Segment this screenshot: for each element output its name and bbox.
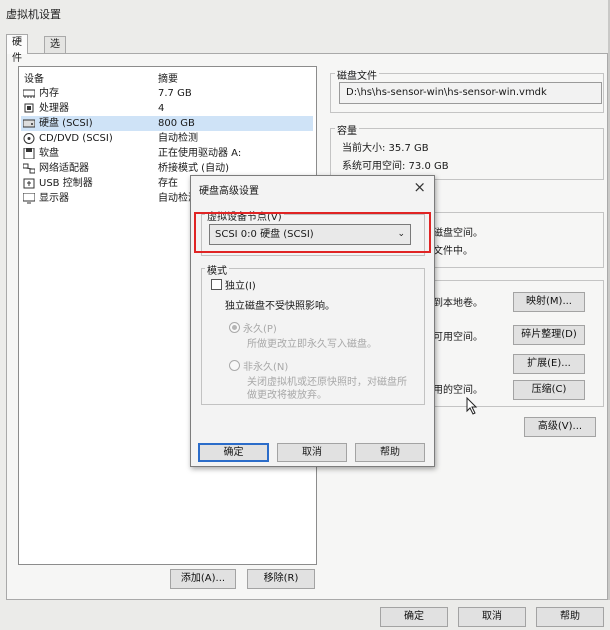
network-adapter-icon	[22, 163, 36, 174]
add-device-button[interactable]: 添加(A)...	[170, 569, 236, 589]
highlight-annotation-box	[194, 212, 431, 253]
persistent-description: 所做更改立即永久写入磁盘。	[247, 339, 377, 350]
tab-hardware[interactable]: 硬件	[6, 34, 28, 64]
floppy-icon	[23, 147, 35, 160]
nonpersistent-description-cont: 做更改将被放弃。	[247, 390, 327, 401]
usb-icon	[23, 178, 35, 189]
summary-column-header: 摘要	[158, 74, 178, 85]
disk-file-path-field[interactable]: D:\hs\hs-sensor-win\hs-sensor-win.vmdk	[339, 82, 602, 104]
device-row-network-adapter[interactable]: 网络适配器 桥接模式 (自动)	[21, 161, 313, 176]
device-row-floppy[interactable]: 软盘 正在使用驱动器 A:	[21, 146, 313, 161]
memory-icon	[22, 88, 36, 99]
ok-button[interactable]: 确定	[380, 607, 448, 627]
independent-label: 独立(I)	[225, 281, 256, 292]
hard-disk-icon	[22, 118, 36, 129]
device-summary: 800 GB	[158, 118, 195, 129]
mouse-cursor-icon	[466, 397, 478, 415]
device-row-memory[interactable]: 内存 7.7 GB	[21, 86, 313, 101]
advanced-button[interactable]: 高级(V)...	[524, 417, 596, 437]
device-name: 硬盘 (SCSI)	[39, 118, 93, 129]
dialog-ok-button[interactable]: 确定	[198, 443, 269, 462]
independent-checkbox[interactable]	[211, 279, 222, 290]
expand-button[interactable]: 扩展(E)...	[513, 354, 585, 374]
device-summary: 存在	[158, 178, 178, 189]
defrag-description: 可用空间。	[433, 332, 483, 343]
device-column-header: 设备	[24, 74, 44, 85]
device-row-processor[interactable]: 处理器 4	[21, 101, 313, 116]
device-summary: 桥接模式 (自动)	[158, 163, 229, 174]
compact-button[interactable]: 压缩(C)	[513, 380, 585, 400]
device-summary: 7.7 GB	[158, 88, 192, 99]
cpu-icon	[23, 103, 35, 114]
device-name: USB 控制器	[39, 178, 93, 189]
persistent-label: 永久(P)	[243, 324, 277, 335]
independent-description: 独立磁盘不受快照影响。	[225, 301, 335, 312]
mode-label: 模式	[205, 262, 229, 277]
persistent-radio[interactable]	[229, 322, 240, 333]
tab-options[interactable]: 选项	[44, 36, 66, 66]
map-description: 到本地卷。	[433, 298, 483, 309]
defrag-button[interactable]: 碎片整理(D)	[513, 325, 585, 345]
dialog-cancel-button[interactable]: 取消	[277, 443, 347, 462]
map-button[interactable]: 映射(M)...	[513, 292, 585, 312]
display-icon	[22, 192, 36, 204]
device-summary: 4	[158, 103, 165, 114]
window-title: 虚拟机设置	[6, 8, 61, 21]
disk-space-text: 磁盘空间。	[433, 228, 483, 239]
device-summary: 正在使用驱动器 A:	[158, 148, 242, 159]
close-icon[interactable]: ×	[413, 178, 426, 196]
device-name: 网络适配器	[39, 163, 89, 174]
capacity-group	[330, 128, 604, 180]
dialog-title: 硬盘高级设置	[199, 186, 259, 197]
compact-description: 用的空间。	[433, 385, 483, 396]
help-button[interactable]: 帮助	[536, 607, 604, 627]
system-free-text: 系统可用空间: 73.0 GB	[342, 161, 449, 172]
cd-dvd-icon	[23, 133, 35, 144]
nonpersistent-radio[interactable]	[229, 360, 240, 371]
device-name: 处理器	[39, 103, 69, 114]
device-name: 内存	[39, 88, 59, 99]
device-name: 软盘	[39, 148, 59, 159]
device-summary: 自动检测	[158, 133, 198, 144]
file-text: 文件中。	[433, 246, 473, 257]
nonpersistent-label: 非永久(N)	[243, 362, 289, 373]
remove-device-button[interactable]: 移除(R)	[247, 569, 315, 589]
device-row-hard-disk[interactable]: 硬盘 (SCSI) 800 GB	[21, 116, 313, 131]
current-size-text: 当前大小: 35.7 GB	[342, 143, 429, 154]
vm-settings-window: 虚拟机设置 硬件 选项 设备 摘要 内存 7.7 GB 处理器 4 硬盘 (SC…	[0, 0, 610, 630]
device-name: 显示器	[39, 193, 69, 204]
cancel-button[interactable]: 取消	[458, 607, 526, 627]
dialog-help-button[interactable]: 帮助	[355, 443, 425, 462]
capacity-label: 容量	[335, 122, 359, 137]
device-row-cd-dvd[interactable]: CD/DVD (SCSI) 自动检测	[21, 131, 313, 146]
disk-file-label: 磁盘文件	[335, 67, 379, 82]
device-name: CD/DVD (SCSI)	[39, 133, 113, 144]
